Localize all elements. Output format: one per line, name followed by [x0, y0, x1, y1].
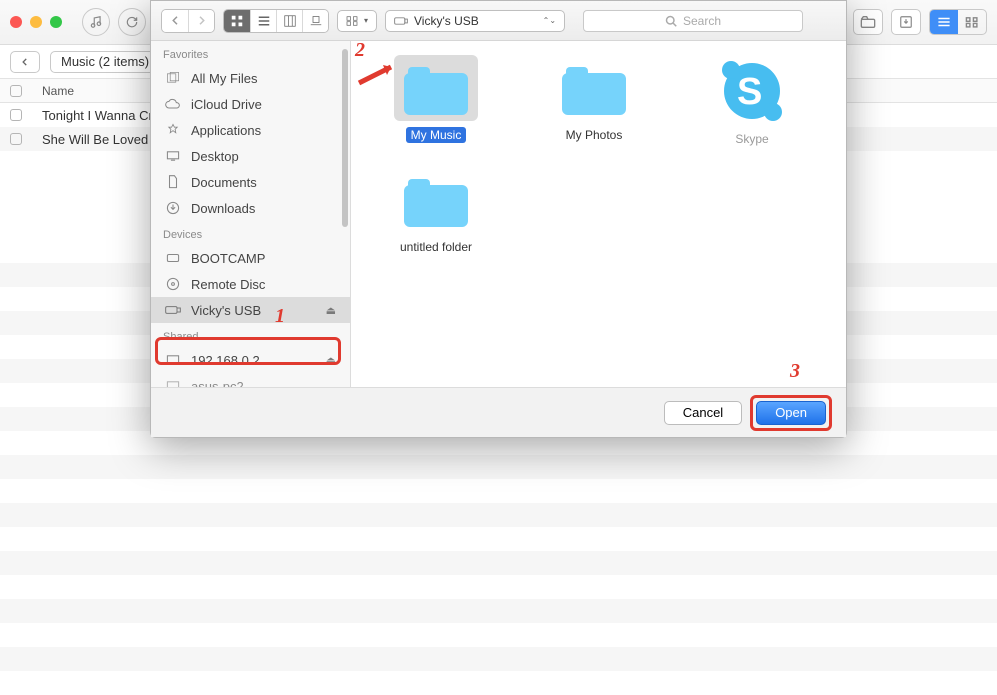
downloads-icon — [165, 201, 181, 215]
sidebar-item-label: 192.168.0.2 — [191, 353, 260, 368]
search-icon — [665, 15, 677, 27]
grid-view-button[interactable] — [958, 10, 986, 34]
nav-forward-button[interactable] — [188, 10, 214, 32]
refresh-icon[interactable] — [118, 8, 146, 36]
sidebar-item-downloads[interactable]: Downloads — [151, 195, 350, 221]
sidebar-item-label: asus-pc2 — [191, 379, 244, 388]
sidebar-item-label: All My Files — [191, 71, 257, 86]
sheet-toolbar: ▾ Vicky's USB ⌃⌄ Search — [151, 1, 846, 41]
nav-buttons — [161, 9, 215, 33]
sheet-footer: Cancel Open — [151, 387, 846, 437]
sidebar-item-label: BOOTCAMP — [191, 251, 265, 266]
group-icon — [346, 16, 358, 26]
eject-icon[interactable]: ⏏ — [326, 354, 336, 367]
sidebar: Favorites All My Files iCloud Drive Appl… — [151, 41, 351, 387]
documents-icon — [165, 175, 181, 189]
all-files-icon — [165, 72, 181, 84]
sidebar-item-shared-host[interactable]: asus-pc2 — [151, 373, 350, 387]
sidebar-item-label: Downloads — [191, 201, 255, 216]
scrollbar-thumb[interactable] — [342, 49, 348, 227]
sidebar-group-shared: Shared — [151, 323, 350, 347]
sidebar-item-applications[interactable]: Applications — [151, 117, 350, 143]
sidebar-item-label: Applications — [191, 123, 261, 138]
list-view-button[interactable] — [250, 10, 276, 32]
file-grid[interactable]: My Music My Photos S Skype untitled fold… — [351, 41, 846, 387]
sidebar-item-label: iCloud Drive — [191, 97, 262, 112]
grid-item-label: My Music — [406, 127, 467, 143]
select-all-checkbox[interactable] — [10, 85, 22, 97]
coverflow-view-button[interactable] — [302, 10, 328, 32]
sidebar-item-bootcamp[interactable]: BOOTCAMP — [151, 245, 350, 271]
applications-icon — [165, 123, 181, 137]
breadcrumb[interactable]: Music (2 items) — [50, 51, 160, 73]
list-view-button[interactable] — [930, 10, 958, 34]
minimize-window-button[interactable] — [30, 16, 42, 28]
sidebar-item-label: Desktop — [191, 149, 239, 164]
cancel-button[interactable]: Cancel — [664, 401, 742, 425]
chevron-down-icon: ▾ — [364, 16, 368, 25]
grid-item-label: Skype — [730, 131, 773, 147]
sidebar-item-all-my-files[interactable]: All My Files — [151, 65, 350, 91]
icons-view-button[interactable] — [224, 10, 250, 32]
usb-drive-icon — [165, 305, 181, 315]
search-input[interactable]: Search — [583, 10, 803, 32]
skype-icon: S — [724, 63, 780, 119]
row-label: She Will Be Loved — [42, 132, 148, 147]
row-checkbox[interactable] — [10, 109, 22, 121]
sidebar-item-desktop[interactable]: Desktop — [151, 143, 350, 169]
sidebar-item-vickys-usb[interactable]: Vicky's USB ⏏ — [151, 297, 350, 323]
window-controls — [10, 16, 62, 28]
bg-right-tools — [853, 9, 987, 35]
folder-icon — [562, 67, 626, 115]
close-window-button[interactable] — [10, 16, 22, 28]
columns-view-button[interactable] — [276, 10, 302, 32]
sidebar-group-devices: Devices — [151, 221, 350, 245]
grid-item-untitled-folder[interactable]: untitled folder — [357, 167, 515, 255]
harddisk-icon — [165, 252, 181, 264]
sidebar-item-label: Vicky's USB — [191, 303, 261, 318]
annotation-number-1: 1 — [275, 305, 285, 328]
back-button[interactable] — [10, 51, 40, 73]
grid-item-label: untitled folder — [395, 239, 477, 255]
monitor-icon — [165, 354, 181, 366]
grid-item-label: My Photos — [561, 127, 628, 143]
open-file-sheet: ▾ Vicky's USB ⌃⌄ Search Favorites All My… — [150, 0, 847, 438]
row-checkbox[interactable] — [10, 133, 22, 145]
zoom-window-button[interactable] — [50, 16, 62, 28]
music-note-icon[interactable] — [82, 8, 110, 36]
desktop-icon — [165, 150, 181, 162]
folder-icon — [404, 179, 468, 227]
cloud-icon — [165, 98, 181, 110]
sidebar-item-label: Remote Disc — [191, 277, 265, 292]
sidebar-group-favorites: Favorites — [151, 41, 350, 65]
grid-item-my-photos[interactable]: My Photos — [515, 55, 673, 143]
usb-drive-icon — [394, 16, 408, 26]
nav-back-button[interactable] — [162, 10, 188, 32]
sidebar-item-icloud[interactable]: iCloud Drive — [151, 91, 350, 117]
row-label: Tonight I Wanna Cry — [42, 108, 159, 123]
folder-icon — [404, 67, 468, 115]
search-placeholder: Search — [683, 14, 721, 28]
group-by-popup[interactable]: ▾ — [337, 10, 377, 32]
add-folder-button[interactable] — [853, 9, 883, 35]
sidebar-item-label: Documents — [191, 175, 257, 190]
location-popup[interactable]: Vicky's USB ⌃⌄ — [385, 10, 565, 32]
open-button[interactable]: Open — [756, 401, 826, 425]
location-label: Vicky's USB — [414, 14, 479, 28]
annotation-number-3: 3 — [790, 360, 800, 383]
sidebar-item-shared-host[interactable]: 192.168.0.2 ⏏ — [151, 347, 350, 373]
updown-icon: ⌃⌄ — [543, 16, 556, 25]
import-button[interactable] — [891, 9, 921, 35]
sidebar-item-documents[interactable]: Documents — [151, 169, 350, 195]
grid-item-skype[interactable]: S Skype — [673, 55, 831, 147]
view-mode-segmented — [929, 9, 987, 35]
annotation-arrow-icon — [355, 59, 401, 89]
eject-icon[interactable]: ⏏ — [326, 304, 336, 317]
name-column-header[interactable]: Name — [42, 84, 74, 98]
view-segmented — [223, 9, 329, 33]
disc-icon — [165, 277, 181, 291]
monitor-icon — [165, 380, 181, 387]
sheet-body: Favorites All My Files iCloud Drive Appl… — [151, 41, 846, 387]
sidebar-item-remote-disc[interactable]: Remote Disc — [151, 271, 350, 297]
